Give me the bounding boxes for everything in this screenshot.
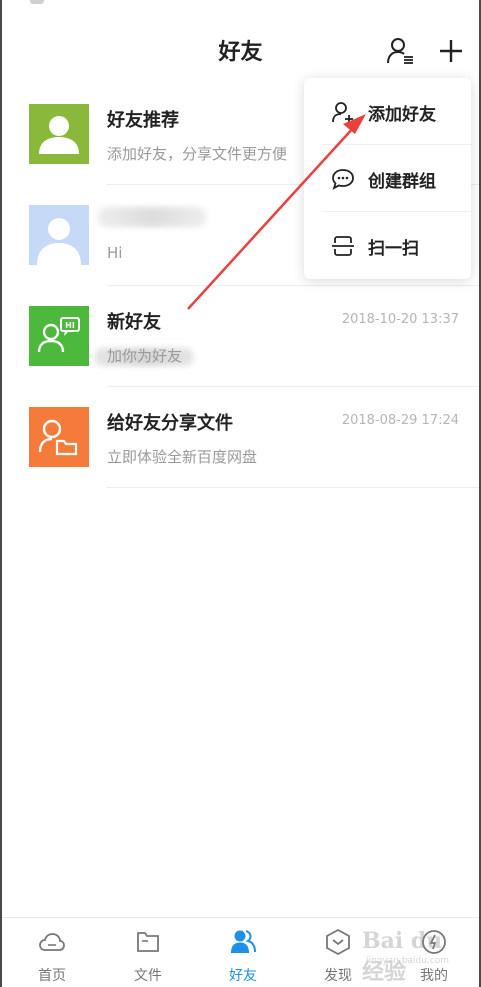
redacted-name [97,207,207,227]
watermark-url: jingyan.baidu.com [366,956,450,966]
app-window: 好友 好友推荐 添加好友，分享文件更方便 Hi HI 新好友 2018-10-2… [0,0,481,987]
menu-item-label: 扫一扫 [368,239,419,259]
friends-icon [231,930,256,953]
tab-label: 首页 [38,968,66,984]
list-item-new-friend[interactable]: HI 新好友 2018-10-20 13:37 加你为好友 [2,286,479,387]
tab-label: 好友 [229,968,257,984]
default-avatar-icon [29,205,89,265]
list-item-share[interactable]: 给好友分享文件 2018-08-29 17:24 立即体验全新百度网盘 [2,387,479,488]
menu-item-create-group[interactable]: 创建群组 [304,145,471,212]
share-file-avatar-icon [29,407,89,467]
cloud-icon [39,933,65,951]
item-subtitle: 添加好友，分享文件更方便 [107,145,288,163]
tab-label: 文件 [134,968,162,984]
folder-icon [137,932,159,952]
new-friend-avatar-icon: HI [29,306,89,366]
item-subtitle: 加你为好友 [107,347,183,365]
scan-icon [332,236,354,256]
menu-item-label: 添加好友 [368,105,436,125]
header: 好友 [2,14,479,84]
tab-friends[interactable]: 好友 [195,918,291,987]
svg-text:HI: HI [65,321,75,330]
plus-dropdown-menu: 添加好友 创建群组 扫一扫 [304,78,471,279]
item-name: 给好友分享文件 [107,413,233,434]
chat-bubble-icon [332,169,354,190]
status-bar [2,0,479,14]
tab-files[interactable]: 文件 [100,918,196,987]
tab-home[interactable]: 首页 [4,918,100,987]
menu-item-label: 创建群组 [368,172,436,192]
watermark: Bai du 经验 jingyan.baidu.com [362,928,462,985]
plus-icon[interactable] [436,36,466,66]
item-name: 新好友 [107,312,161,333]
divider [107,487,479,488]
add-user-icon [332,102,353,123]
menu-item-add-friend[interactable]: 添加好友 [304,78,471,145]
item-name: 好友推荐 [107,110,179,131]
item-timestamp: 2018-10-20 13:37 [341,312,459,327]
menu-item-scan[interactable]: 扫一扫 [304,212,471,279]
item-subtitle: 立即体验全新百度网盘 [107,448,258,466]
discover-icon [326,928,350,956]
item-subtitle: Hi [107,244,123,262]
friend-list-icon[interactable] [386,36,416,66]
item-timestamp: 2018-08-29 17:24 [341,413,459,428]
recommend-avatar-icon [29,104,89,164]
status-indicator [30,0,44,4]
